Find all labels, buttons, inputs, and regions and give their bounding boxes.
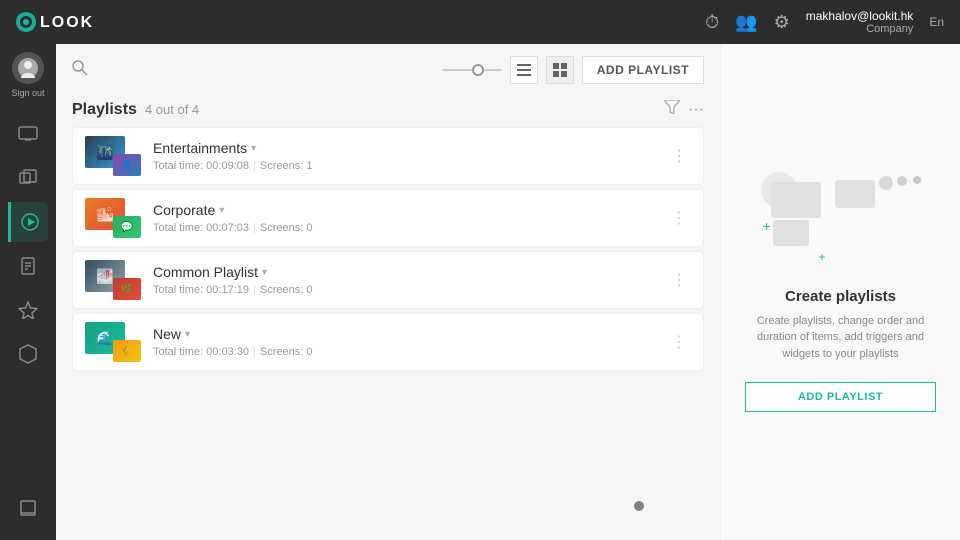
playlist-name-text[interactable]: New: [153, 326, 181, 342]
playlist-meta: Total time: 00:03:30 | Screens: 0: [153, 346, 655, 358]
playlist-more-icon[interactable]: ⋮: [667, 142, 691, 170]
sidebar-item-help[interactable]: [8, 488, 48, 528]
topbar: LOOK ⏱ 👥 ⚙ makhalov@lookit.hk Company En: [0, 0, 960, 44]
plus-icon-bl: +: [819, 250, 826, 264]
table-row: 🌃 👤 Entertainments ▾ Total time: 00:09:0…: [72, 127, 704, 185]
playlist-name-text[interactable]: Corporate: [153, 202, 215, 218]
toolbar: ADD PLAYLIST: [56, 44, 720, 96]
content-area: ADD PLAYLIST Playlists 4 out of 4 ···: [56, 44, 960, 540]
playlist-name-row: New ▾: [153, 326, 655, 342]
plus-icon-tl: +: [763, 218, 771, 234]
app-logo[interactable]: LOOK: [16, 8, 96, 36]
topbar-right: ⏱ 👥 ⚙ makhalov@lookit.hk Company En: [705, 9, 944, 35]
playlists-panel: ADD PLAYLIST Playlists 4 out of 4 ···: [56, 44, 720, 540]
more-options-icon[interactable]: ···: [688, 101, 704, 119]
size-slider[interactable]: [442, 69, 502, 71]
screens-count: Screens: 1: [260, 160, 313, 172]
illus-screen-small: [773, 220, 809, 246]
playlist-thumbnail: 🏙 💬: [85, 198, 141, 238]
sidebar-item-playlists[interactable]: [8, 202, 48, 242]
playlist-info: Corporate ▾ Total time: 00:07:03 | Scree…: [153, 202, 655, 234]
playlist-info: Common Playlist ▾ Total time: 00:17:19 |…: [153, 264, 655, 296]
total-time: Total time: 00:07:03: [153, 222, 249, 234]
main-layout: Sign out: [0, 44, 960, 540]
total-time: Total time: 00:17:19: [153, 284, 249, 296]
deco-dot: [897, 176, 907, 186]
table-row: 🌊 🌾 New ▾ Total time: 00:03:30: [72, 313, 704, 371]
deco-dot: [879, 176, 893, 190]
sidebar-nav: [8, 114, 48, 488]
playlist-name-row: Entertainments ▾: [153, 140, 655, 156]
screens-count: Screens: 0: [260, 284, 313, 296]
sidebar-item-screens[interactable]: [8, 114, 48, 154]
chevron-down-icon: ▾: [262, 267, 267, 278]
playlist-more-icon[interactable]: ⋮: [667, 328, 691, 356]
playlist-name-text[interactable]: Entertainments: [153, 140, 247, 156]
language-selector[interactable]: En: [929, 15, 944, 29]
create-title: Create playlists: [785, 288, 896, 305]
playlist-thumbnail: 🌁 🌿: [85, 260, 141, 300]
create-illustration: + + +: [761, 172, 921, 272]
list-view-button[interactable]: [510, 56, 538, 84]
thumb-secondary: 🌿: [113, 278, 141, 300]
playlists-count: 4 out of 4: [145, 102, 199, 117]
chevron-down-icon: ▾: [219, 205, 224, 216]
playlist-list: 🌃 👤 Entertainments ▾ Total time: 00:09:0…: [56, 127, 720, 371]
chevron-down-icon: ▾: [185, 329, 190, 340]
sidebar-item-favorites[interactable]: [8, 290, 48, 330]
filter-icon[interactable]: [664, 100, 680, 119]
playlists-title: Playlists: [72, 101, 137, 119]
playlist-meta: Total time: 00:09:08 | Screens: 1: [153, 160, 655, 172]
playlist-meta: Total time: 00:17:19 | Screens: 0: [153, 284, 655, 296]
search-icon[interactable]: [72, 60, 88, 81]
illus-screen-large: [771, 182, 821, 218]
chevron-down-icon: ▾: [251, 143, 256, 154]
playlist-thumbnail: 🌃 👤: [85, 136, 141, 176]
add-playlist-button[interactable]: ADD PLAYLIST: [582, 56, 704, 84]
table-row: 🏙 💬 Corporate ▾ Total time: 00:07:03: [72, 189, 704, 247]
right-panel: + + + Create playlists Create playlists,…: [720, 44, 960, 540]
thumb-secondary: 🌾: [113, 340, 141, 362]
playlists-header: Playlists 4 out of 4 ···: [56, 96, 720, 127]
sidebar: Sign out: [0, 44, 56, 540]
table-row: 🌁 🌿 Common Playlist ▾ Total time: 00:17:…: [72, 251, 704, 309]
analytics-icon[interactable]: ⏱: [705, 12, 719, 33]
sidebar-item-news[interactable]: [8, 246, 48, 286]
svg-text:LOOK: LOOK: [40, 14, 94, 31]
sidebar-item-apps[interactable]: [8, 334, 48, 374]
deco-dot: [913, 176, 921, 184]
users-icon[interactable]: 👥: [735, 12, 757, 33]
playlist-name-text[interactable]: Common Playlist: [153, 264, 258, 280]
grid-view-button[interactable]: [546, 56, 574, 84]
create-description: Create playlists, change order and durat…: [745, 313, 936, 363]
signout-label[interactable]: Sign out: [11, 88, 44, 98]
playlist-info: Entertainments ▾ Total time: 00:09:08 | …: [153, 140, 655, 172]
sidebar-bottom: [8, 488, 48, 540]
avatar[interactable]: [12, 52, 44, 84]
playlist-name-row: Common Playlist ▾: [153, 264, 655, 280]
playlist-info: New ▾ Total time: 00:03:30 | Screens: 0: [153, 326, 655, 358]
illus-screen-medium: [835, 180, 875, 208]
thumb-secondary: 💬: [113, 216, 141, 238]
playlist-thumbnail: 🌊 🌾: [85, 322, 141, 362]
total-time: Total time: 00:03:30: [153, 346, 249, 358]
user-info: makhalov@lookit.hk Company: [806, 9, 914, 35]
playlist-more-icon[interactable]: ⋮: [667, 204, 691, 232]
settings-icon[interactable]: ⚙: [774, 12, 790, 33]
sidebar-item-media[interactable]: [8, 158, 48, 198]
header-actions: ···: [664, 100, 704, 119]
user-email: makhalov@lookit.hk: [806, 9, 914, 23]
total-time: Total time: 00:09:08: [153, 160, 249, 172]
thumb-secondary: 👤: [113, 154, 141, 176]
screens-count: Screens: 0: [260, 222, 313, 234]
screens-count: Screens: 0: [260, 346, 313, 358]
playlist-name-row: Corporate ▾: [153, 202, 655, 218]
playlist-meta: Total time: 00:07:03 | Screens: 0: [153, 222, 655, 234]
playlist-more-icon[interactable]: ⋮: [667, 266, 691, 294]
user-company: Company: [866, 23, 913, 35]
right-add-playlist-button[interactable]: ADD PLAYLIST: [745, 382, 936, 412]
